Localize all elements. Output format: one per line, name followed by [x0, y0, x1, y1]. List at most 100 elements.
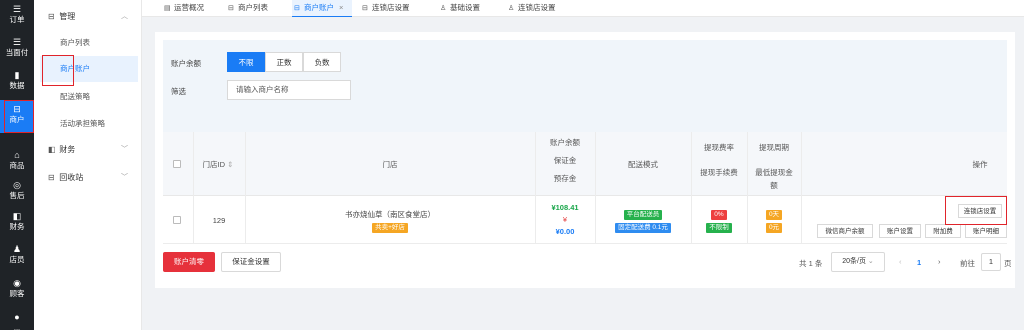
page-size-value: 20条/页	[842, 258, 866, 265]
store-tag: 共卖+好店	[372, 223, 408, 233]
highlight-box	[4, 100, 34, 133]
tab-basic-settings[interactable]: ♙ 基础设置	[438, 0, 500, 17]
dashboard-icon: ▤	[164, 5, 171, 12]
chevron-down-icon: ﹀	[121, 146, 128, 153]
table-header: 门店ID ⇕ 门店 账户余额 保证金 预存金 配送模式 提现费率 提现手续费 提…	[163, 132, 1007, 196]
tab-merchant-list[interactable]: ⊟ 商户列表	[226, 0, 284, 17]
filter-option-all[interactable]: 不限	[227, 52, 265, 72]
submenu-group-manage[interactable]: ⊟ 管理 ︿	[34, 8, 142, 26]
store-icon: ⊟	[228, 5, 234, 12]
headset-icon: ◎	[13, 180, 21, 190]
sort-icon: ⇕	[227, 160, 234, 169]
nav-item-data[interactable]: ▮ 数据	[0, 66, 34, 99]
nav-label: 当面付	[5, 48, 29, 57]
highlight-box	[945, 196, 1007, 225]
pay-icon: ☰	[12, 37, 22, 47]
nav-item-order[interactable]: ☰ 订单	[0, 0, 34, 33]
col-label: 提现周期	[759, 143, 789, 152]
nav-item-goods[interactable]: ⌂ 商品	[0, 146, 34, 179]
submenu-item-delivery-strategy[interactable]: 配送策略	[40, 84, 138, 110]
col-label: 门店ID	[202, 160, 226, 169]
submenu-group-recycle[interactable]: ⊟ 回收站 ﹀	[34, 169, 142, 187]
filter-option-positive[interactable]: 正数	[265, 52, 303, 72]
page-unit-label: 页	[1004, 259, 1012, 268]
delivery-mode-tag: 平台配送员	[623, 210, 663, 220]
filter-panel: 账户余额 不限 正数 负数 筛选 请输入商户名称	[163, 40, 1007, 144]
store-id-cell: 129	[212, 216, 226, 225]
clerk-icon: ♟	[12, 244, 22, 254]
col-store: 门店	[382, 160, 398, 169]
deposit-settings-button[interactable]: 保证金设置	[221, 252, 281, 272]
tab-merchant-account[interactable]: ⊟ 商户账户 ×	[292, 0, 352, 17]
cycle-cell: 0天 0元	[747, 209, 801, 233]
tab-label: 商户账户	[304, 3, 334, 12]
tab-label: 连锁店设置	[518, 3, 556, 12]
deposit-value: ¥	[562, 215, 568, 224]
submenu-item-activity-strategy[interactable]: 活动承担策略	[40, 111, 138, 137]
next-page-button[interactable]: ›	[938, 257, 941, 266]
customer-icon: ◉	[13, 278, 21, 288]
app-root: ☰ 订单 ☰ 当面付 ▮ 数据 ⊟ 商户 ⌂ 商品 ◎ 售后 ◧ 财务 ♟ 店员 ◉ 顾客 ●..…	[0, 0, 1024, 330]
goto-page-input[interactable]: 1	[981, 253, 1001, 271]
recycle-icon: ⊟	[48, 173, 55, 182]
balance-value: ¥108.41	[551, 203, 579, 212]
nav-item-pay[interactable]: ☰ 当面付	[0, 33, 34, 66]
submenu-group-finance[interactable]: ◧ 财务 ﹀	[34, 141, 142, 159]
nav-label: 店员	[9, 255, 25, 264]
submenu-item-merchant-list[interactable]: 商户列表	[40, 30, 138, 56]
store-icon: ⊟	[362, 5, 368, 12]
store-cell: 书亦烧仙草（南区食堂店） 共卖+好店	[245, 209, 535, 233]
fee-rate-tag: 0%	[711, 210, 727, 220]
nav-label: ...	[13, 323, 21, 330]
col-delivery: 配送模式	[628, 160, 658, 169]
col-label: 额	[770, 181, 778, 190]
tab-label: 基础设置	[450, 3, 480, 12]
row-checkbox[interactable]	[173, 216, 181, 224]
tab-chain-settings-2[interactable]: ♙ 连锁店设置	[506, 0, 576, 17]
page-size-select[interactable]: 20条/页 ⌄	[831, 252, 885, 272]
tab-label: 商户列表	[238, 3, 268, 12]
wechat-balance-button[interactable]: 微信商户余额	[817, 224, 873, 238]
col-label: 提现费率	[704, 143, 734, 152]
nav-item-more[interactable]: ●...	[0, 308, 34, 330]
chevron-up-icon: ︿	[121, 13, 128, 20]
wallet-icon: ◧	[48, 145, 56, 154]
delivery-cell: 平台配送员 固定配送费 0.1元	[595, 209, 691, 233]
tab-chain-settings[interactable]: ⊟ 连锁店设置	[360, 0, 430, 17]
cycle-tag: 0天	[765, 210, 783, 220]
select-all-checkbox[interactable]	[173, 160, 181, 168]
user-icon: ♙	[440, 5, 447, 12]
group-label: 财务	[59, 145, 76, 154]
prev-page-button[interactable]: ‹	[899, 257, 902, 266]
nav-item-aftersale[interactable]: ◎ 售后	[0, 176, 34, 209]
total-count: 共 1 条	[799, 259, 823, 268]
account-settings-button[interactable]: 账户设置	[879, 224, 921, 238]
filter-option-negative[interactable]: 负数	[303, 52, 341, 72]
tab-overview[interactable]: ▤ 运营概况	[162, 0, 224, 17]
goods-icon: ⌂	[14, 150, 20, 160]
col-store-id[interactable]: 门店ID ⇕	[193, 159, 243, 170]
close-icon[interactable]: ×	[339, 3, 343, 12]
main-nav: ☰ 订单 ☰ 当面付 ▮ 数据 ⊟ 商户 ⌂ 商品 ◎ 售后 ◧ 财务 ♟ 店员 ◉ 顾客 ●..…	[0, 0, 34, 330]
col-label: 提现手续费	[700, 168, 738, 177]
tab-label: 连锁店设置	[372, 3, 410, 12]
chart-icon: ▮	[14, 70, 20, 80]
current-page[interactable]: 1	[917, 258, 921, 267]
search-label: 筛选	[171, 87, 186, 96]
more-icon: ●	[14, 312, 20, 322]
nav-item-finance[interactable]: ◧ 财务	[0, 207, 34, 240]
balance-cell: ¥108.41 ¥ ¥0.00	[535, 203, 595, 236]
surcharge-button[interactable]: 附加费	[925, 224, 961, 238]
nav-item-customer[interactable]: ◉ 顾客	[0, 274, 34, 307]
store-icon: ⊟	[294, 5, 300, 12]
nav-label: 商品	[9, 161, 25, 170]
user-icon: ♙	[508, 5, 515, 12]
store-name: 书亦烧仙草（南区食堂店）	[345, 210, 435, 219]
nav-label: 顾客	[9, 289, 25, 298]
nav-item-clerk[interactable]: ♟ 店员	[0, 240, 34, 273]
chevron-down-icon: ⌄	[867, 258, 874, 265]
account-detail-button[interactable]: 账户明细	[965, 224, 1007, 238]
search-input[interactable]: 请输入商户名称	[227, 80, 351, 100]
content-card: 账户余额 不限 正数 负数 筛选 请输入商户名称 门店ID ⇕ 门店 账户余额 …	[155, 32, 1015, 288]
clear-account-button[interactable]: 账户清零	[163, 252, 215, 272]
